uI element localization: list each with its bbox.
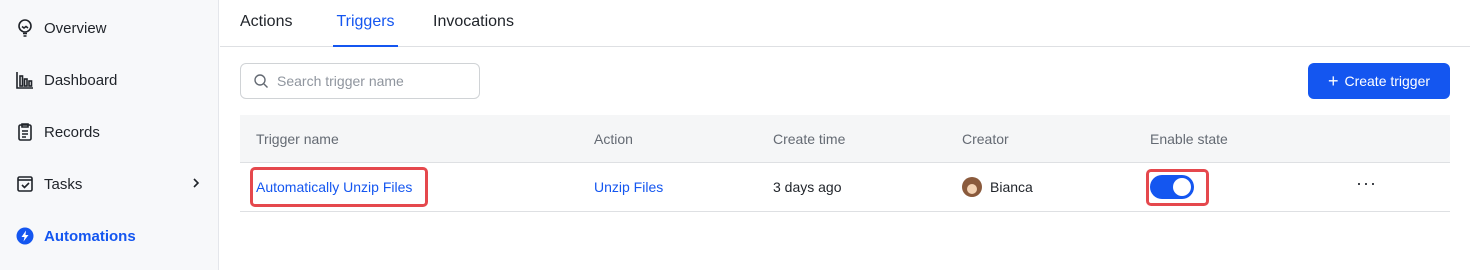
tab-actions[interactable]: Actions <box>240 0 292 47</box>
column-header-trigger-name: Trigger name <box>256 131 339 147</box>
sidebar-item-label: Tasks <box>44 175 83 193</box>
sidebar-item-label: Records <box>44 123 100 141</box>
search-input[interactable] <box>275 72 465 90</box>
create-trigger-button[interactable]: + Create trigger <box>1308 63 1450 99</box>
automation-bolt-icon <box>14 225 36 247</box>
action-link[interactable]: Unzip Files <box>594 163 663 211</box>
plus-icon: + <box>1327 71 1339 91</box>
lightbulb-icon <box>14 17 36 39</box>
trigger-name-link[interactable]: Automatically Unzip Files <box>256 163 412 211</box>
search-icon <box>254 74 268 88</box>
column-header-enable-state: Enable state <box>1150 131 1228 147</box>
column-header-create-time: Create time <box>773 131 846 147</box>
sidebar-item-label: Overview <box>44 19 107 37</box>
app-window: Overview Dashboard Records Tasks Automat… <box>0 0 1470 270</box>
bar-chart-icon <box>14 69 36 91</box>
sidebar-item-label: Automations <box>44 227 136 245</box>
tab-invocations[interactable]: Invocations <box>433 0 514 47</box>
enable-state-toggle[interactable] <box>1150 175 1194 199</box>
tab-bar: Actions Triggers Invocations <box>220 0 1470 47</box>
table-header: Trigger name Action Create time Creator … <box>240 115 1450 163</box>
avatar <box>962 177 982 197</box>
sidebar-item-label: Dashboard <box>44 71 118 89</box>
sidebar-item-automations[interactable]: Automations <box>0 216 219 256</box>
sidebar-item-overview[interactable]: Overview <box>0 8 219 48</box>
chevron-right-icon[interactable] <box>189 176 203 190</box>
create-trigger-label: Create trigger <box>1344 73 1431 89</box>
toggle-knob <box>1173 178 1191 196</box>
more-options-icon[interactable]: ··· <box>1356 173 1377 194</box>
task-check-icon <box>14 173 36 195</box>
column-header-creator: Creator <box>962 131 1009 147</box>
creator-cell: Bianca <box>962 163 1033 211</box>
sidebar-item-tasks[interactable]: Tasks <box>0 164 219 204</box>
table-row: Automatically Unzip Files Unzip Files 3 … <box>240 163 1450 212</box>
sidebar-item-records[interactable]: Records <box>0 112 219 152</box>
sidebar-item-dashboard[interactable]: Dashboard <box>0 60 219 100</box>
create-time: 3 days ago <box>773 179 842 195</box>
tab-triggers[interactable]: Triggers <box>333 0 398 47</box>
sidebar: Overview Dashboard Records Tasks Automat… <box>0 0 219 270</box>
clipboard-icon <box>14 121 36 143</box>
search-box[interactable] <box>240 63 480 99</box>
creator-name: Bianca <box>990 179 1033 195</box>
column-header-action: Action <box>594 131 633 147</box>
